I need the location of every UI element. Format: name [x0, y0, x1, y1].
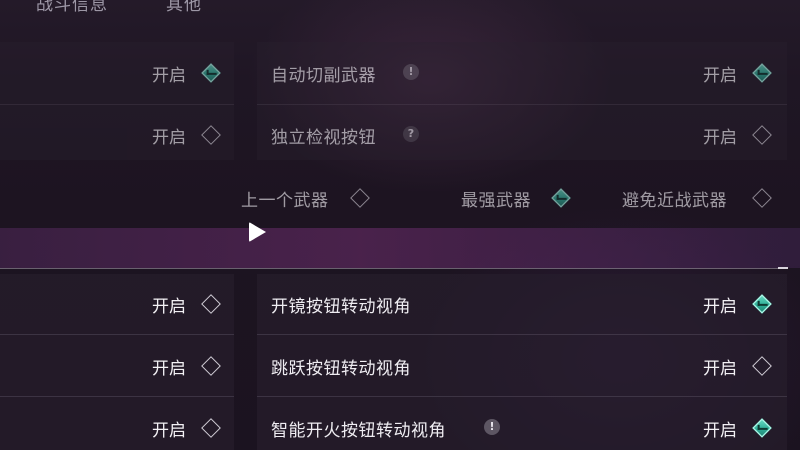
option-avoid-melee: 避免近战武器 — [622, 191, 727, 211]
right-toggle-value: 开启 — [703, 297, 737, 317]
tab-bar: 战斗信息 其他 — [0, 0, 800, 24]
lower-left-panel — [0, 274, 234, 450]
row-divider — [0, 104, 234, 105]
warning-icon[interactable]: ! — [403, 64, 419, 80]
setting-label-jump-rotate: 跳跃按钮转动视角 — [271, 359, 411, 379]
row-divider — [257, 334, 787, 335]
setting-label-inspect-button: 独立检视按钮 — [271, 128, 376, 148]
left-toggle-value: 开启 — [152, 421, 186, 441]
row-divider — [0, 396, 234, 397]
left-toggle-value: 开启 — [152, 66, 186, 86]
tab-other[interactable]: 其他 — [166, 0, 202, 15]
option-previous-weapon-checkbox[interactable] — [350, 188, 370, 208]
option-strongest-weapon: 最强武器 — [461, 191, 531, 211]
setting-label-scope-rotate: 开镜按钮转动视角 — [271, 297, 411, 317]
right-toggle-value: 开启 — [703, 66, 737, 86]
row-divider — [0, 334, 234, 335]
right-toggle-value: 开启 — [703, 359, 737, 379]
right-toggle-value: 开启 — [703, 128, 737, 148]
left-toggle-value: 开启 — [152, 359, 186, 379]
option-strongest-weapon-checkbox[interactable] — [551, 188, 571, 208]
row-divider — [257, 104, 787, 105]
upper-left-panel — [0, 42, 234, 160]
left-toggle-value: 开启 — [152, 128, 186, 148]
tab-combat-info[interactable]: 战斗信息 — [36, 0, 108, 15]
option-previous-weapon: 上一个武器 — [241, 191, 329, 211]
right-toggle-value: 开启 — [703, 421, 737, 441]
section-divider — [0, 268, 788, 269]
option-avoid-melee-checkbox[interactable] — [752, 188, 772, 208]
setting-label-auto-switch: 自动切副武器 — [271, 66, 376, 86]
setting-label-smart-fire-rotate: 智能开火按钮转动视角 — [271, 421, 446, 441]
help-icon[interactable]: ? — [403, 126, 419, 142]
scroll-indicator[interactable] — [778, 267, 788, 269]
video-overlay-band — [0, 228, 800, 268]
warning-icon[interactable]: ! — [484, 419, 500, 435]
left-toggle-value: 开启 — [152, 297, 186, 317]
row-divider — [257, 396, 787, 397]
play-icon[interactable] — [249, 222, 266, 242]
